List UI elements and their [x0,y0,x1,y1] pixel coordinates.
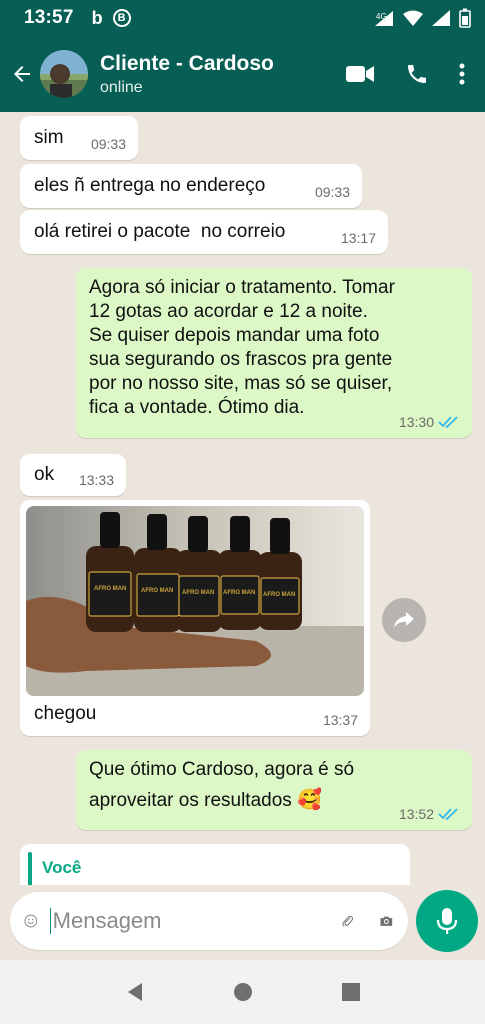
message-line: por no nosso site, mas só se quiser, [89,373,393,394]
message-time: 09:33 [90,136,126,152]
contact-name: Cliente - Cardoso [100,51,274,75]
message-line: aproveitar os resultados [89,790,292,811]
chat-header: Cliente - Cardoso online [0,36,485,112]
microphone-icon [436,908,458,934]
message-line: Se quiser depois mandar uma foto [89,325,380,346]
emoji: 🥰 [297,789,322,811]
bottle-label: AFRO MAN [141,588,173,594]
status-time: 13:57 [24,7,74,28]
message-time: 09:33 [314,184,350,200]
message-incoming[interactable]: eles ñ entrega no endereço 09:33 [20,164,362,208]
bottle-label: AFRO MAN [223,590,255,596]
text-caret [49,908,51,934]
avatar[interactable] [40,50,88,98]
bottle-label: AFRO MAN [182,590,214,596]
image-message[interactable]: AFRO MAN AFRO MAN AFRO MAN AFRO MAN AFRO… [20,500,370,736]
signal-icon: 4G [375,11,393,26]
bottle-label: AFRO MAN [94,586,126,592]
svg-text:4G: 4G [376,12,387,21]
message-text: ok [34,464,55,485]
message-line: 12 gotas ao acordar e 12 a noite. [89,301,368,322]
nav-home-icon[interactable] [232,981,254,1003]
read-receipt-icon [438,808,458,820]
message-incoming[interactable]: ok 13:33 [20,454,126,496]
message-composer [10,892,408,950]
message-time: 13:52 [398,806,434,822]
message-incoming[interactable]: sim 09:33 [20,116,138,160]
message-time: 13:17 [340,230,376,246]
read-receipt-icon [438,416,458,428]
message-text: sim [34,127,64,148]
emoji-icon[interactable] [24,907,38,935]
message-outgoing[interactable]: Agora só iniciar o tratamento. Tomar 12 … [76,268,472,438]
phone-icon[interactable] [405,62,429,86]
camera-icon[interactable] [379,908,394,934]
wifi-icon [403,10,423,26]
message-text: eles ñ entrega no endereço [34,175,266,196]
message-input[interactable] [52,908,341,934]
forward-button[interactable] [382,598,426,642]
nav-back-icon[interactable] [124,981,146,1003]
message-line: fica a vontade. Ótimo dia. [89,397,305,418]
b-icon: b [91,7,103,28]
message-list[interactable]: sim 09:33 eles ñ entrega no endereço 09:… [0,112,485,885]
attach-icon[interactable] [341,908,354,934]
message-incoming[interactable]: olá retirei o pacote no correio 13:17 [20,210,388,254]
message-line: Que ótimo Cardoso, agora é só [89,759,355,780]
message-time: 13:37 [322,712,358,728]
message-line: Agora só iniciar o tratamento. Tomar [89,277,395,298]
signal-2-icon [432,10,450,26]
status-bar: 13:57 b B 4G [0,0,485,36]
message-line: sua segurando os frascos pra gente [89,349,393,370]
forward-icon [394,612,414,628]
b-circle-icon: B [112,9,131,27]
more-options-icon[interactable] [459,63,465,85]
message-text: olá retirei o pacote no correio [34,221,286,242]
quoted-message[interactable]: Você [20,844,410,885]
message-outgoing[interactable]: Que ótimo Cardoso, agora é só aproveitar… [76,750,472,830]
arrow-left-icon [14,66,30,82]
video-call-icon[interactable] [345,64,375,84]
message-photo[interactable]: AFRO MAN AFRO MAN AFRO MAN AFRO MAN AFRO… [26,506,364,696]
quote-bar [28,852,32,885]
battery-icon [459,8,471,28]
nav-recents-icon[interactable] [340,981,362,1003]
image-caption: chegou [34,703,97,724]
contact-presence: online [100,78,143,96]
message-time: 13:33 [78,472,114,488]
quote-author: Você [42,858,82,877]
contact-info[interactable]: Cliente - Cardoso online [100,52,274,97]
message-time: 13:30 [398,414,434,430]
system-nav-bar [0,960,485,1024]
bottle-label: AFRO MAN [263,592,295,598]
voice-record-button[interactable] [416,890,478,952]
back-button[interactable] [4,54,40,94]
